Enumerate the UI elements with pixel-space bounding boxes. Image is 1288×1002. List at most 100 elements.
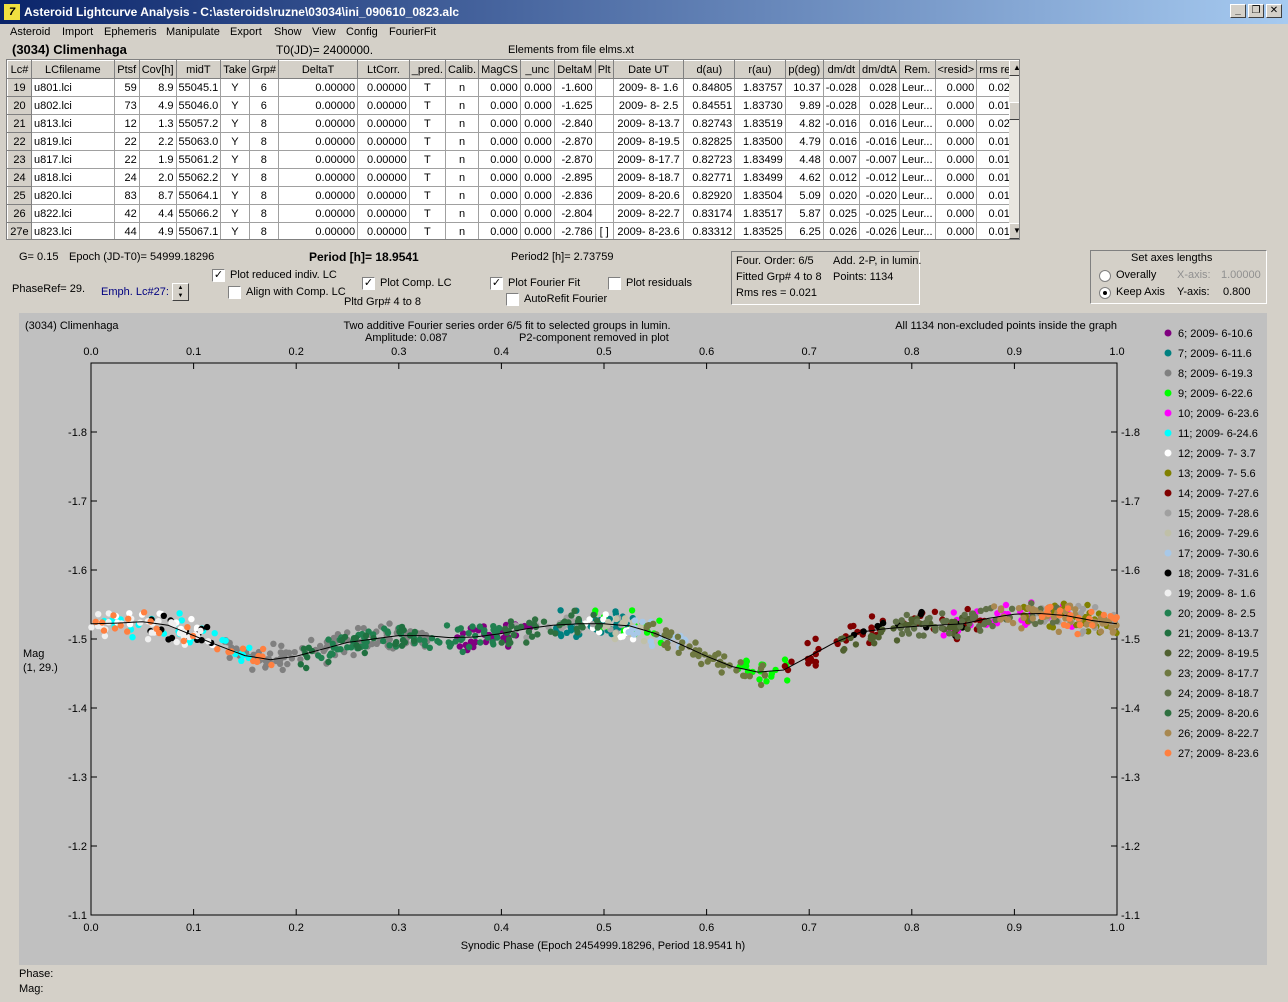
grid-scrollbar[interactable]: ▲ ▼	[1009, 60, 1019, 239]
table-row[interactable]: 21 u813.lci 12 1.3 55057.2 Y 8 0.00000 0.00000 Tn…	[7, 114, 1019, 133]
plot-area[interactable]: (3034) Climenhaga Two additive Fourier s…	[19, 313, 1267, 965]
plot-fourier-checkbox[interactable]: ✓	[490, 277, 503, 290]
data-point	[211, 630, 218, 637]
legend-marker	[1164, 489, 1172, 497]
column-header[interactable]: Rem.	[898, 60, 936, 79]
legend-marker	[1164, 689, 1172, 697]
menu-view[interactable]: View	[312, 26, 336, 38]
close-button[interactable]: ✕	[1266, 4, 1282, 18]
plot-comp-checkbox[interactable]: ✓	[362, 277, 375, 290]
column-header[interactable]: DeltaT	[277, 60, 359, 79]
menu-asteroid[interactable]: Asteroid	[10, 26, 50, 38]
column-header[interactable]: Lc#	[7, 60, 32, 79]
data-point	[476, 623, 484, 630]
emph-lc-spinner[interactable]: ▲ ▼	[172, 283, 189, 301]
menu-fourierfit[interactable]: FourierFit	[389, 26, 436, 38]
x-tick-label-top: 0.0	[83, 346, 98, 358]
fourier-rms: Rms res = 0.021	[736, 287, 818, 299]
table-cell: 24	[114, 168, 140, 187]
column-header[interactable]: LCfilename	[30, 60, 115, 79]
x-tick-label-bottom: 0.7	[802, 922, 817, 934]
table-cell: 2.2	[139, 132, 177, 151]
data-point	[110, 612, 117, 619]
table-row[interactable]: 24 u818.lci 24 2.0 55062.2 Y 8 0.00000 0.00000 Tn…	[7, 168, 1019, 187]
column-header[interactable]: LtCorr.	[357, 60, 410, 79]
table-row[interactable]: 23 u817.lci 22 1.9 55061.2 Y 8 0.00000 0.00000 Tn…	[7, 150, 1019, 169]
minimize-button[interactable]: _	[1230, 4, 1246, 18]
autorefit-checkbox[interactable]	[506, 293, 519, 306]
data-point	[494, 634, 501, 641]
menu-show[interactable]: Show	[274, 26, 302, 38]
column-header[interactable]: MagCS	[478, 60, 521, 79]
column-header[interactable]: Plt	[594, 60, 614, 79]
column-header[interactable]: p(deg)	[784, 60, 824, 79]
table-row[interactable]: 19 u801.lci 59 8.9 55045.1 Y 6 0.00000 0.00000 Tn…	[7, 78, 1019, 97]
table-row[interactable]: 25 u820.lci 83 8.7 55064.1 Y 8 0.00000 0.00000 Tn…	[7, 186, 1019, 205]
data-point	[268, 661, 275, 669]
x-tick-label-bottom: 0.3	[391, 922, 406, 934]
data-point	[612, 608, 619, 615]
column-header[interactable]: Take	[220, 60, 250, 79]
table-cell: 0.00000	[278, 132, 359, 151]
column-header[interactable]: r(au)	[734, 60, 786, 79]
data-point	[903, 611, 910, 619]
menu-import[interactable]: Import	[62, 26, 93, 38]
scroll-down-icon[interactable]: ▼	[1009, 223, 1019, 239]
menu-ephemeris[interactable]: Ephemeris	[104, 26, 157, 38]
column-header[interactable]: Calib.	[444, 60, 480, 79]
table-cell: 0.00000	[357, 222, 410, 239]
table-cell: Y	[220, 222, 250, 239]
column-header[interactable]: dm/dtA	[858, 60, 900, 79]
table-cell: 8	[249, 150, 279, 169]
x-tick-label-top: 0.4	[494, 346, 509, 358]
table-row[interactable]: 27e u823.lci 44 4.9 55067.1 Y 8 0.00000 0.00000 T…	[7, 222, 1019, 239]
scroll-up-icon[interactable]: ▲	[1009, 60, 1019, 76]
table-cell: 0.00000	[278, 186, 359, 205]
table-row[interactable]: 20 u802.lci 73 4.9 55046.0 Y 6 0.00000 0.00000 Tn…	[7, 96, 1019, 115]
menu-manipulate[interactable]: Manipulate	[166, 26, 220, 38]
data-point	[297, 661, 304, 668]
column-header[interactable]: dm/dt	[822, 60, 860, 79]
table-row[interactable]: 22 u819.lci 22 2.2 55063.0 Y 8 0.00000 0.00000 Tn…	[7, 132, 1019, 151]
table-cell: 0.028	[859, 96, 900, 115]
table-cell: 0.000	[478, 204, 521, 223]
plot-p2-note: P2-component removed in plot	[519, 332, 669, 344]
column-header[interactable]: d(au)	[683, 60, 736, 79]
data-point	[168, 619, 175, 626]
table-cell: [ ]	[595, 222, 614, 239]
plot-residuals-checkbox[interactable]	[608, 277, 621, 290]
menu-export[interactable]: Export	[230, 26, 262, 38]
table-cell	[595, 150, 614, 169]
lightcurve-plot[interactable]: (3034) Climenhaga Two additive Fourier s…	[19, 313, 1267, 965]
column-header[interactable]: Grp#	[248, 60, 279, 79]
table-cell: Leur...	[899, 186, 936, 205]
lightcurve-grid[interactable]: Lc# LCfilename Ptsf Cov[h] midT Take Grp# Delta…	[6, 59, 1020, 240]
keep-axis-radio[interactable]	[1099, 287, 1111, 299]
data-point	[386, 642, 393, 649]
table-cell: T	[409, 168, 446, 187]
table-cell: 0.000	[478, 222, 521, 239]
data-point	[176, 610, 183, 617]
table-row[interactable]: 26 u822.lci 42 4.4 55066.2 Y 8 0.00000 0.00000 Tn…	[7, 204, 1019, 223]
data-point	[477, 639, 484, 646]
table-cell: 21	[7, 114, 32, 133]
align-checkbox[interactable]	[228, 286, 241, 299]
column-header[interactable]: DeltaM	[553, 60, 596, 79]
column-header[interactable]: Ptsf	[113, 60, 140, 79]
column-header[interactable]: <resid>	[934, 60, 978, 79]
scroll-thumb[interactable]	[1009, 102, 1019, 120]
column-header[interactable]: _unc	[519, 60, 555, 79]
column-header[interactable]: Cov[h]	[138, 60, 177, 79]
column-header[interactable]: _pred.	[408, 60, 446, 79]
plot-reduced-checkbox[interactable]: ✓	[212, 269, 225, 282]
overally-radio[interactable]	[1099, 270, 1111, 282]
table-cell: 6	[249, 96, 279, 115]
yaxis-input[interactable]: 0.800	[1223, 286, 1251, 298]
xaxis-input[interactable]: 1.00000	[1221, 269, 1261, 281]
column-header[interactable]: Date UT	[612, 60, 685, 79]
data-point	[788, 658, 795, 665]
column-header[interactable]: midT	[175, 60, 222, 79]
menu-config[interactable]: Config	[346, 26, 378, 38]
legend-marker	[1164, 609, 1172, 617]
restore-button[interactable]: ❐	[1248, 4, 1264, 18]
